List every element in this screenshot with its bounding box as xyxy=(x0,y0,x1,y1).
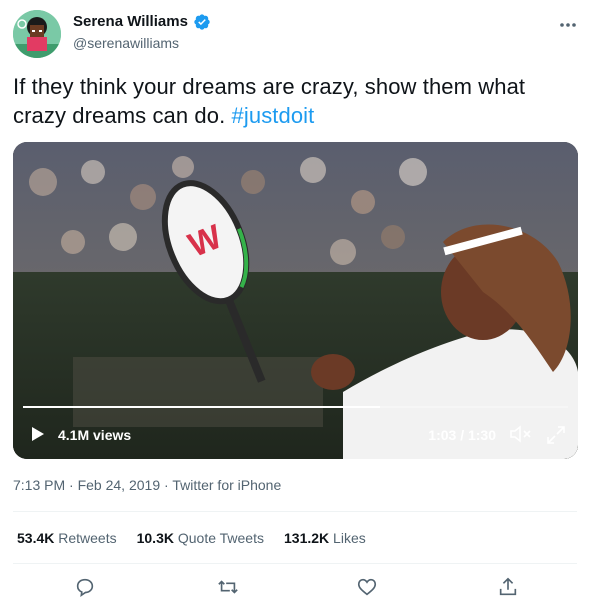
user-handle[interactable]: @serenawilliams xyxy=(73,33,211,53)
video-controls: 4.1M views 1:03 / 1:30 xyxy=(13,413,578,459)
user-names: Serena Williams @serenawilliams xyxy=(73,12,211,53)
play-icon[interactable] xyxy=(31,426,45,442)
video-time: 1:03 / 1:30 xyxy=(428,427,496,443)
tweet-date[interactable]: Feb 24, 2019 xyxy=(78,477,161,493)
expand-icon[interactable] xyxy=(546,425,566,445)
mute-icon[interactable] xyxy=(510,425,532,443)
view-count: 4.1M views xyxy=(58,427,132,443)
meta-separator: · xyxy=(164,477,169,493)
video-player[interactable]: W 4.1M views 1:03 / 1:30 xyxy=(13,142,578,459)
display-name[interactable]: Serena Williams xyxy=(73,12,188,32)
video-progress-bar[interactable] xyxy=(23,406,568,408)
divider xyxy=(13,511,577,512)
tweet-actions xyxy=(0,572,590,602)
quote-tweets-stat[interactable]: 10.3K Quote Tweets xyxy=(137,530,264,546)
likes-stat[interactable]: 131.2K Likes xyxy=(284,530,366,546)
heart-icon[interactable] xyxy=(356,576,378,598)
divider xyxy=(13,563,577,564)
video-progress-fill xyxy=(23,406,380,408)
quotes-label: Quote Tweets xyxy=(177,530,264,546)
tweet-header: Serena Williams @serenawilliams xyxy=(13,10,580,62)
video-frame: W xyxy=(13,142,578,459)
retweet-icon[interactable] xyxy=(217,576,239,598)
share-icon[interactable] xyxy=(497,576,519,598)
tweet-time[interactable]: 7:13 PM xyxy=(13,477,65,493)
tweet-source[interactable]: Twitter for iPhone xyxy=(172,477,281,493)
likes-label: Likes xyxy=(333,530,366,546)
meta-separator: · xyxy=(69,477,74,493)
retweets-stat[interactable]: 53.4K Retweets xyxy=(17,530,117,546)
likes-count: 131.2K xyxy=(284,530,330,546)
quotes-count: 10.3K xyxy=(136,530,174,546)
tweet-text: If they think your dreams are crazy, sho… xyxy=(13,72,577,130)
retweets-label: Retweets xyxy=(58,530,117,546)
tweet-stats: 53.4K Retweets 10.3K Quote Tweets 131.2K… xyxy=(17,530,366,546)
verified-badge-icon xyxy=(193,13,211,31)
reply-icon[interactable] xyxy=(74,576,96,598)
hashtag-link[interactable]: #justdoit xyxy=(232,103,315,128)
avatar[interactable] xyxy=(13,10,61,58)
more-icon[interactable] xyxy=(556,16,580,34)
retweets-count: 53.4K xyxy=(17,530,55,546)
tweet-meta: 7:13 PM · Feb 24, 2019 · Twitter for iPh… xyxy=(13,477,281,493)
